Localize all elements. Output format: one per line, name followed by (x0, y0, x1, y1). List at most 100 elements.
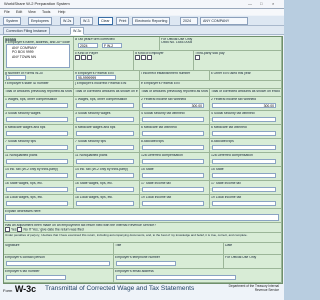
title-bar: WorldShare W-2 Preparation System — □ × (0, 0, 284, 9)
wage-cell: 18 Local wages, tips, etc. (74, 195, 140, 209)
wage-cell-input[interactable] (142, 131, 204, 136)
payer-checkbox[interactable] (75, 55, 80, 61)
wage-cell-input[interactable] (142, 187, 204, 192)
wage-cell-input[interactable]: 300.00 (142, 103, 204, 108)
form-prefix: Form (3, 288, 13, 293)
third-party-checkbox[interactable] (195, 55, 200, 61)
wage-cell: 2 Federal income tax withheld 300.00 (140, 97, 210, 111)
fax-field[interactable] (6, 275, 66, 280)
wage-cell: 2 Federal income tax withheld 300.00 (210, 97, 282, 111)
corr-header-1: Total of corrected amounts as shown on e… (74, 89, 140, 97)
wage-cell-input[interactable] (212, 145, 276, 150)
menu-view[interactable]: View (28, 10, 36, 14)
wage-cell: 1 Wages, tips, other compensation (4, 97, 74, 111)
payer-checkbox-3[interactable] (87, 55, 92, 61)
wage-cell-input[interactable] (6, 173, 68, 178)
toolbar: System Employees W-2s W-3 Clear Print El… (0, 16, 284, 26)
wage-cell: 12a Deferred compensation (140, 153, 210, 167)
wage-cell-input[interactable] (76, 145, 134, 150)
adj-no-label: No (23, 227, 28, 232)
wage-cell-label: 15 State (141, 167, 154, 171)
wage-cell-input[interactable] (6, 145, 68, 150)
w3c-form: 55555 b Employer's name, address, and ZI… (3, 36, 283, 284)
wage-cell-label: 3 Social security wages (75, 111, 111, 115)
corr-label-1: Total of corrected amounts as shown on e… (75, 89, 138, 93)
wage-cell: 8 Allocated tips (210, 139, 282, 153)
wage-cell-input[interactable] (6, 117, 68, 122)
wage-cell-input[interactable] (142, 117, 204, 122)
year-select[interactable]: 2024 (180, 17, 198, 25)
wage-cell-input[interactable]: 300.00 (212, 103, 276, 108)
wage-cell-input[interactable] (6, 103, 68, 108)
wage-cell-input[interactable] (142, 159, 204, 164)
print-button[interactable]: Print (116, 17, 130, 25)
form-number: Form W-3c (3, 284, 36, 294)
num-forms-field[interactable]: 1 (6, 75, 26, 80)
wage-cell-input[interactable] (6, 187, 68, 192)
date-block: Date (224, 243, 282, 255)
wage-cell-label: 2 Federal income tax withheld (141, 97, 187, 101)
employer-address-field[interactable]: ANY COMPANY PO BOX 9999 ANY TOWN NN (6, 44, 70, 68)
wage-cell-input[interactable] (76, 131, 134, 136)
wage-cell-input[interactable] (76, 187, 134, 192)
adj-no-checkbox[interactable] (17, 227, 23, 233)
title-label: Title (115, 243, 122, 247)
wage-cell-input[interactable] (6, 159, 68, 164)
num-forms-block: g Number of Forms W-2c 1 (4, 71, 74, 81)
penalty-block: Under penalties of perjury, I declare th… (4, 233, 282, 243)
menu-help[interactable]: Help (58, 10, 65, 14)
wage-cell-input[interactable] (76, 159, 134, 164)
explain-field[interactable] (5, 214, 279, 221)
wage-cell-label: 4 Social security tax withheld (141, 111, 185, 115)
wage-cell-input[interactable] (6, 131, 68, 136)
wage-cell-input[interactable] (142, 145, 204, 150)
wage-cell-input[interactable] (142, 201, 204, 206)
clear-button[interactable]: Clear (98, 17, 113, 25)
wage-cell-input[interactable] (212, 173, 276, 178)
wage-cell-input[interactable] (76, 173, 134, 178)
form-corrected-field[interactable]: F W-2 (102, 43, 122, 48)
electronic-reporting-button[interactable]: Electronic Reporting (132, 17, 171, 25)
wage-cell-input[interactable] (76, 117, 134, 122)
employer-checkbox-2[interactable] (141, 55, 146, 61)
w3-button[interactable]: W-3 (80, 17, 93, 25)
wage-cell-input[interactable] (212, 187, 276, 192)
tab-w3c[interactable]: W-3c (70, 27, 85, 35)
tax-year-field[interactable]: 2024 (78, 43, 98, 48)
wage-cell-input[interactable] (212, 201, 276, 206)
close-icon[interactable]: × (272, 1, 274, 6)
tab-bar: Correction Filing Instance W-3c (0, 26, 284, 35)
minimize-icon[interactable]: — (248, 1, 252, 6)
adj-yes-checkbox[interactable] (5, 227, 10, 233)
wage-cell-input[interactable] (76, 103, 134, 108)
email-field[interactable] (116, 275, 236, 280)
employer-checkbox-3[interactable] (147, 55, 152, 61)
system-button[interactable]: System (3, 17, 21, 25)
menu-file[interactable]: File (4, 10, 10, 14)
employees-button[interactable]: Employees (28, 17, 52, 25)
wage-cell-input[interactable] (212, 117, 276, 122)
prev-label-2: Total of amounts previously reported as … (141, 89, 208, 93)
company-select[interactable]: ANY COMPANY (200, 17, 248, 25)
wage-cell-input[interactable] (212, 159, 276, 164)
phone-field[interactable] (116, 261, 176, 266)
tab-correction-filing[interactable]: Correction Filing Instance (3, 27, 50, 35)
wage-cell-input[interactable] (6, 201, 68, 206)
date-label: Date (225, 243, 233, 247)
employer-checkbox[interactable] (135, 55, 140, 61)
w2s-button[interactable]: W-2s (60, 17, 75, 25)
maximize-icon[interactable]: □ (260, 1, 262, 6)
wage-cell-input[interactable] (142, 173, 204, 178)
wage-cell-input[interactable] (212, 131, 276, 136)
wage-cell: 11 Nonqualified plans (4, 153, 74, 167)
ein-field[interactable]: 95-9999999 (76, 75, 116, 80)
wage-cell: 8 Allocated tips (140, 139, 210, 153)
wage-cell-label: 19 Local income tax (211, 195, 242, 199)
wage-cell-input[interactable] (76, 201, 134, 206)
menu-tools[interactable]: Tools (42, 10, 50, 14)
payer-checkbox-2[interactable] (81, 55, 86, 61)
tax-year-label: a Tax year/Form corrected (75, 37, 115, 41)
contact-field[interactable] (6, 261, 110, 266)
menu-edit[interactable]: Edit (16, 10, 22, 14)
prev-label-1: Total of amounts previously reported as … (5, 89, 72, 93)
